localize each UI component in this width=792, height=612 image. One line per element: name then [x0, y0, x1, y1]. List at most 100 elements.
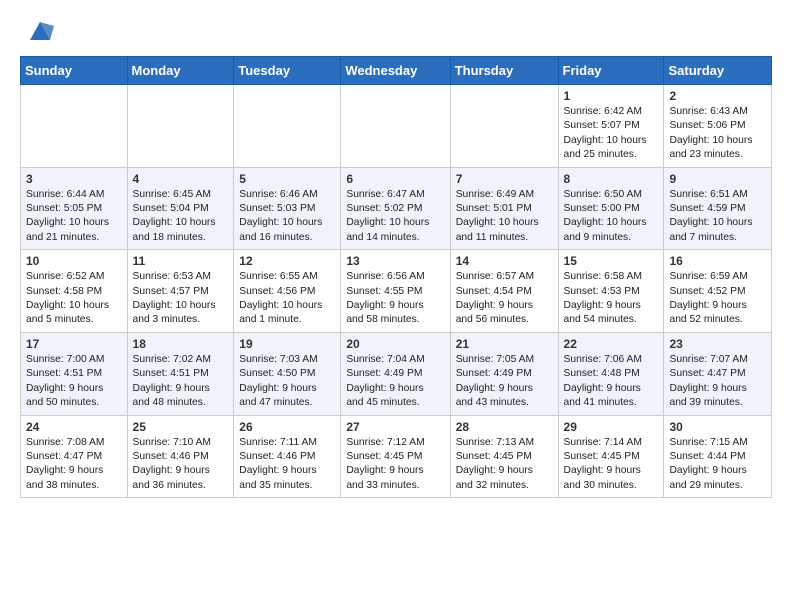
- day-number: 14: [456, 254, 553, 268]
- calendar-cell: 25 Sunrise: 7:10 AM Sunset: 4:46 PM Dayli…: [127, 415, 234, 498]
- day-info: Sunrise: 7:11 AM Sunset: 4:46 PM Dayligh…: [239, 436, 335, 494]
- calendar-col-header: Monday: [127, 57, 234, 85]
- day-number: 28: [456, 420, 553, 434]
- calendar-cell: 26Sunrise: 7:11 AM Sunset: 4:46 PM Dayli…: [234, 415, 341, 498]
- calendar-col-header: Friday: [558, 57, 664, 85]
- calendar-cell: 30Sunrise: 7:15 AM Sunset: 4:44 PM Dayli…: [664, 415, 772, 498]
- day-number: 30: [669, 420, 766, 434]
- calendar-cell: [234, 85, 341, 168]
- day-info: Sunrise: 6:49 AM Sunset: 5:01 PM Dayligh…: [456, 188, 553, 246]
- day-info: Sunrise: 7:14 AM Sunset: 4:45 PM Dayligh…: [564, 436, 659, 494]
- calendar-cell: 14 Sunrise: 6:57 AM Sunset: 4:54 PM Dayli…: [450, 250, 558, 333]
- day-number: 5: [239, 172, 335, 186]
- calendar-cell: 9 Sunrise: 6:51 AM Sunset: 4:59 PM Daylig…: [664, 167, 772, 250]
- calendar-cell: 13Sunrise: 6:56 AM Sunset: 4:55 PM Dayli…: [341, 250, 450, 333]
- calendar-cell: 16 Sunrise: 6:59 AM Sunset: 4:52 PM Dayli…: [664, 250, 772, 333]
- day-info: Sunrise: 7:06 AM Sunset: 4:48 PM Dayligh…: [564, 353, 659, 411]
- day-info: Sunrise: 6:51 AM Sunset: 4:59 PM Dayligh…: [669, 188, 766, 246]
- day-info: Sunrise: 7:00 AM Sunset: 4:51 PM Dayligh…: [26, 353, 122, 411]
- calendar-cell: 2 Sunrise: 6:43 AM Sunset: 5:06 PM Daylig…: [664, 85, 772, 168]
- calendar-cell: 15 Sunrise: 6:58 AM Sunset: 4:53 PM Dayli…: [558, 250, 664, 333]
- day-info: Sunrise: 7:07 AM Sunset: 4:47 PM Dayligh…: [669, 353, 766, 411]
- calendar-cell: [21, 85, 128, 168]
- day-info: Sunrise: 6:44 AM Sunset: 5:05 PM Dayligh…: [26, 188, 122, 246]
- calendar-week-row: 24 Sunrise: 7:08 AM Sunset: 4:47 PM Dayli…: [21, 415, 772, 498]
- day-info: Sunrise: 6:57 AM Sunset: 4:54 PM Dayligh…: [456, 270, 553, 328]
- calendar-col-header: Tuesday: [234, 57, 341, 85]
- day-number: 4: [133, 172, 229, 186]
- day-info: Sunrise: 7:10 AM Sunset: 4:46 PM Dayligh…: [133, 436, 229, 494]
- day-info: Sunrise: 7:03 AM Sunset: 4:50 PM Dayligh…: [239, 353, 335, 411]
- calendar-cell: 7 Sunrise: 6:49 AM Sunset: 5:01 PM Daylig…: [450, 167, 558, 250]
- day-number: 7: [456, 172, 553, 186]
- day-info: Sunrise: 7:12 AM Sunset: 4:45 PM Dayligh…: [346, 436, 444, 494]
- day-info: Sunrise: 6:53 AM Sunset: 4:57 PM Dayligh…: [133, 270, 229, 328]
- day-info: Sunrise: 6:46 AM Sunset: 5:03 PM Dayligh…: [239, 188, 335, 246]
- calendar-cell: 4 Sunrise: 6:45 AM Sunset: 5:04 PM Daylig…: [127, 167, 234, 250]
- calendar-cell: 22Sunrise: 7:06 AM Sunset: 4:48 PM Dayli…: [558, 332, 664, 415]
- day-number: 2: [669, 89, 766, 103]
- day-number: 20: [346, 337, 444, 351]
- day-info: Sunrise: 7:08 AM Sunset: 4:47 PM Dayligh…: [26, 436, 122, 494]
- day-number: 23: [669, 337, 766, 351]
- calendar-cell: 21 Sunrise: 7:05 AM Sunset: 4:49 PM Dayli…: [450, 332, 558, 415]
- day-info: Sunrise: 6:42 AM Sunset: 5:07 PM Dayligh…: [564, 105, 659, 163]
- calendar-cell: 19Sunrise: 7:03 AM Sunset: 4:50 PM Dayli…: [234, 332, 341, 415]
- calendar-cell: 27 Sunrise: 7:12 AM Sunset: 4:45 PM Dayli…: [341, 415, 450, 498]
- day-info: Sunrise: 6:52 AM Sunset: 4:58 PM Dayligh…: [26, 270, 122, 328]
- calendar-cell: 24 Sunrise: 7:08 AM Sunset: 4:47 PM Dayli…: [21, 415, 128, 498]
- calendar-col-header: Thursday: [450, 57, 558, 85]
- calendar-cell: 17 Sunrise: 7:00 AM Sunset: 4:51 PM Dayli…: [21, 332, 128, 415]
- day-number: 16: [669, 254, 766, 268]
- day-info: Sunrise: 6:45 AM Sunset: 5:04 PM Dayligh…: [133, 188, 229, 246]
- day-info: Sunrise: 6:55 AM Sunset: 4:56 PM Dayligh…: [239, 270, 335, 328]
- calendar-week-row: 1 Sunrise: 6:42 AM Sunset: 5:07 PM Daylig…: [21, 85, 772, 168]
- day-number: 13: [346, 254, 444, 268]
- day-info: Sunrise: 6:59 AM Sunset: 4:52 PM Dayligh…: [669, 270, 766, 328]
- day-number: 11: [133, 254, 229, 268]
- day-info: Sunrise: 7:05 AM Sunset: 4:49 PM Dayligh…: [456, 353, 553, 411]
- day-number: 15: [564, 254, 659, 268]
- calendar-header-row: SundayMondayTuesdayWednesdayThursdayFrid…: [21, 57, 772, 85]
- day-number: 3: [26, 172, 122, 186]
- calendar-col-header: Saturday: [664, 57, 772, 85]
- calendar-col-header: Wednesday: [341, 57, 450, 85]
- day-number: 12: [239, 254, 335, 268]
- calendar-week-row: 3 Sunrise: 6:44 AM Sunset: 5:05 PM Daylig…: [21, 167, 772, 250]
- day-info: Sunrise: 6:58 AM Sunset: 4:53 PM Dayligh…: [564, 270, 659, 328]
- logo-icon: [26, 18, 54, 46]
- calendar-week-row: 17 Sunrise: 7:00 AM Sunset: 4:51 PM Dayli…: [21, 332, 772, 415]
- day-number: 27: [346, 420, 444, 434]
- day-number: 25: [133, 420, 229, 434]
- calendar-cell: 3 Sunrise: 6:44 AM Sunset: 5:05 PM Daylig…: [21, 167, 128, 250]
- calendar-col-header: Sunday: [21, 57, 128, 85]
- day-number: 6: [346, 172, 444, 186]
- day-info: Sunrise: 7:13 AM Sunset: 4:45 PM Dayligh…: [456, 436, 553, 494]
- calendar-cell: 12 Sunrise: 6:55 AM Sunset: 4:56 PM Dayli…: [234, 250, 341, 333]
- calendar-cell: 20 Sunrise: 7:04 AM Sunset: 4:49 PM Dayli…: [341, 332, 450, 415]
- day-number: 1: [564, 89, 659, 103]
- day-number: 29: [564, 420, 659, 434]
- day-info: Sunrise: 7:02 AM Sunset: 4:51 PM Dayligh…: [133, 353, 229, 411]
- day-number: 18: [133, 337, 229, 351]
- day-info: Sunrise: 6:47 AM Sunset: 5:02 PM Dayligh…: [346, 188, 444, 246]
- day-number: 24: [26, 420, 122, 434]
- header: [20, 18, 772, 46]
- calendar-week-row: 10Sunrise: 6:52 AM Sunset: 4:58 PM Dayli…: [21, 250, 772, 333]
- calendar-cell: 1 Sunrise: 6:42 AM Sunset: 5:07 PM Daylig…: [558, 85, 664, 168]
- day-number: 9: [669, 172, 766, 186]
- day-info: Sunrise: 6:50 AM Sunset: 5:00 PM Dayligh…: [564, 188, 659, 246]
- day-info: Sunrise: 7:04 AM Sunset: 4:49 PM Dayligh…: [346, 353, 444, 411]
- day-number: 17: [26, 337, 122, 351]
- page: SundayMondayTuesdayWednesdayThursdayFrid…: [0, 0, 792, 516]
- calendar-cell: 28 Sunrise: 7:13 AM Sunset: 4:45 PM Dayli…: [450, 415, 558, 498]
- day-number: 21: [456, 337, 553, 351]
- calendar-cell: 18 Sunrise: 7:02 AM Sunset: 4:51 PM Dayli…: [127, 332, 234, 415]
- calendar-cell: 11 Sunrise: 6:53 AM Sunset: 4:57 PM Dayli…: [127, 250, 234, 333]
- logo: [20, 18, 54, 46]
- calendar-cell: 5 Sunrise: 6:46 AM Sunset: 5:03 PM Daylig…: [234, 167, 341, 250]
- day-info: Sunrise: 6:43 AM Sunset: 5:06 PM Dayligh…: [669, 105, 766, 163]
- calendar-cell: 6 Sunrise: 6:47 AM Sunset: 5:02 PM Daylig…: [341, 167, 450, 250]
- day-number: 8: [564, 172, 659, 186]
- calendar-cell: [450, 85, 558, 168]
